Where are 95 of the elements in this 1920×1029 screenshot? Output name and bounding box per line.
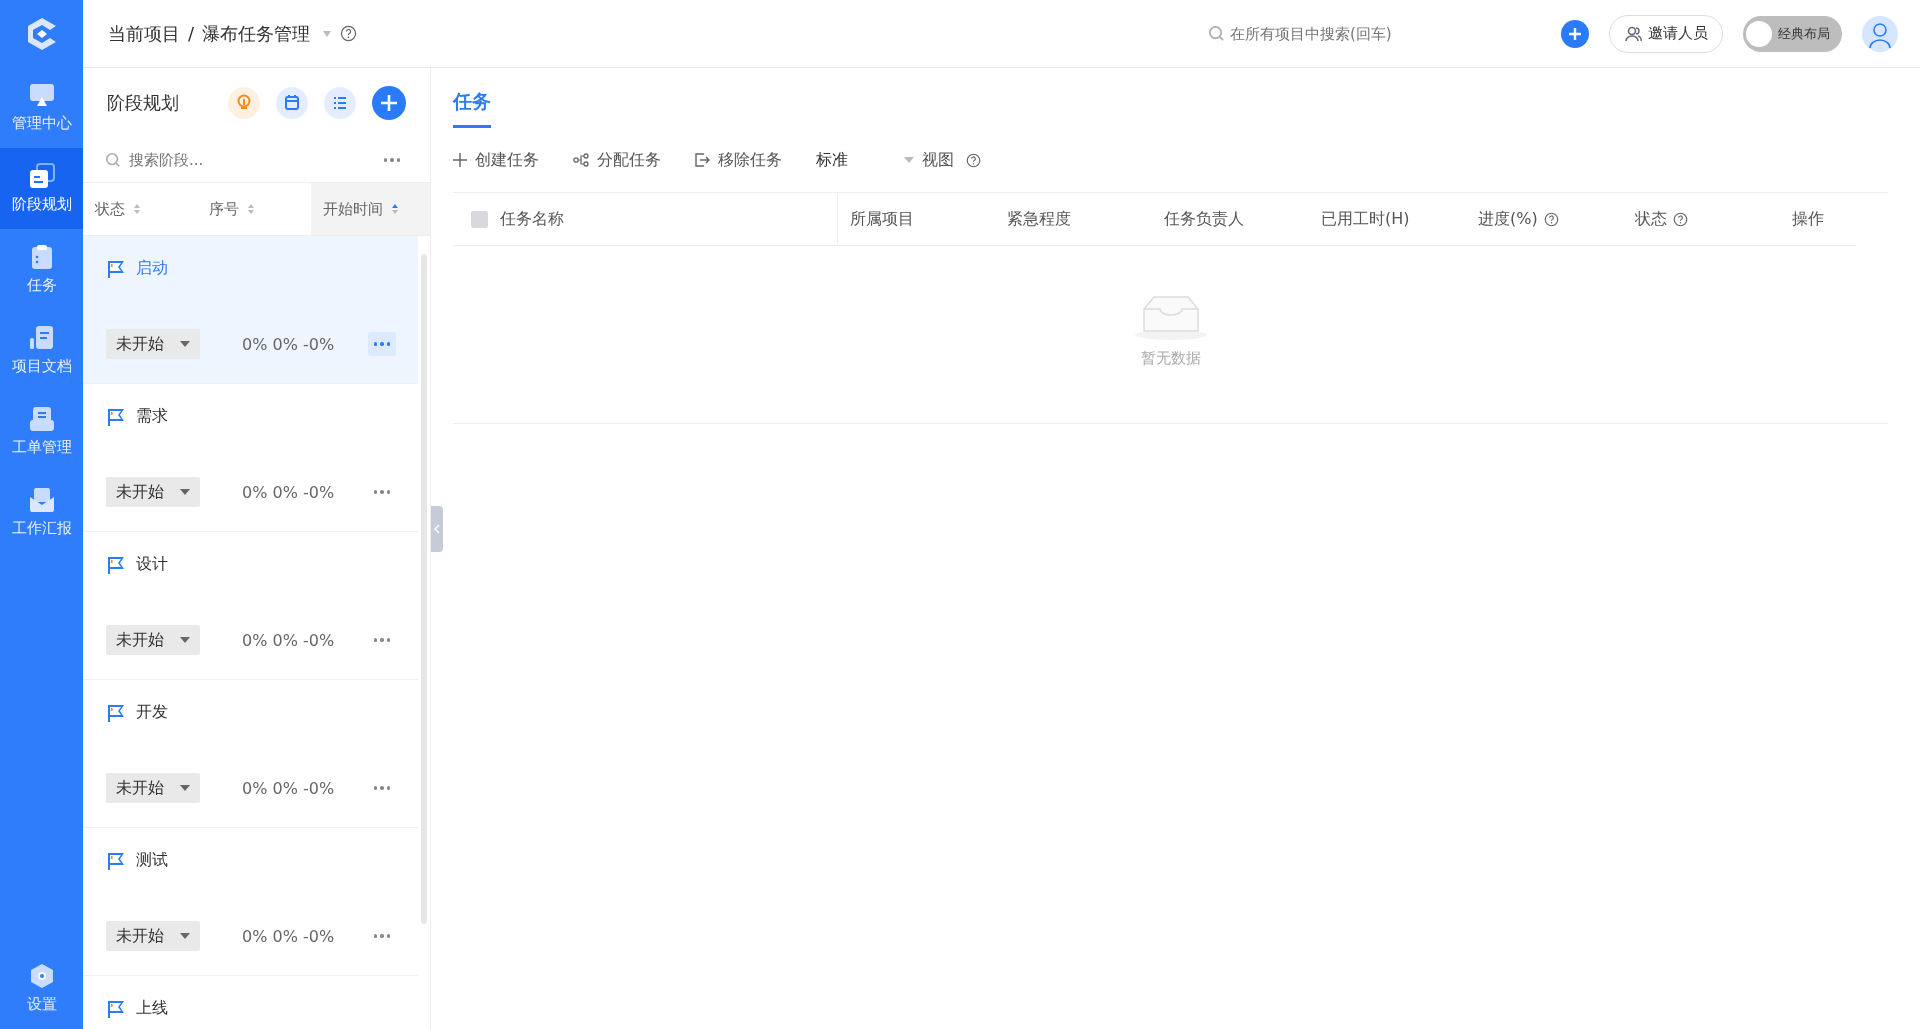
mail-icon bbox=[28, 487, 55, 513]
caret-icon bbox=[180, 489, 190, 495]
layout-toggle[interactable]: 经典布局 bbox=[1743, 15, 1842, 52]
sort-column[interactable]: 状态 bbox=[83, 183, 197, 235]
flag-icon bbox=[106, 407, 126, 426]
document-icon bbox=[28, 325, 55, 351]
sort-icon[interactable] bbox=[133, 203, 141, 215]
toolbar-button[interactable]: 创建任务 bbox=[453, 149, 539, 171]
column-header: 操作 bbox=[1792, 208, 1824, 230]
flag-icon bbox=[106, 703, 126, 722]
nav-item[interactable]: 工单管理 bbox=[0, 391, 83, 472]
nav-item[interactable]: 工作汇报 bbox=[0, 472, 83, 553]
progress-text: 0% 0% -0% bbox=[242, 926, 336, 946]
view-label: 视图 bbox=[922, 149, 954, 171]
flag-icon bbox=[106, 999, 126, 1018]
progress-text: 0% 0% -0% bbox=[242, 482, 336, 502]
calendar-icon[interactable] bbox=[276, 87, 308, 119]
stage-row[interactable]: 上线 bbox=[83, 976, 418, 1029]
search-icon bbox=[105, 152, 121, 168]
status-select[interactable]: 未开始 bbox=[106, 773, 200, 803]
column-header: 进度(%) bbox=[1478, 208, 1538, 230]
chevron-icon bbox=[434, 523, 440, 534]
lightbulb-icon[interactable] bbox=[228, 87, 260, 119]
people-icon bbox=[1624, 24, 1642, 43]
stage-name: 需求 bbox=[136, 406, 168, 427]
sort-icon[interactable] bbox=[246, 203, 255, 215]
more-icon[interactable] bbox=[367, 332, 396, 356]
status-select[interactable]: 未开始 bbox=[106, 921, 200, 951]
nav-item[interactable]: 设置 bbox=[0, 948, 83, 1029]
plus-icon bbox=[453, 153, 467, 167]
sort-column[interactable]: 开始时间 bbox=[310, 183, 430, 235]
help-icon[interactable] bbox=[1673, 211, 1688, 227]
sort-column[interactable]: 序号 bbox=[196, 183, 311, 235]
help-icon[interactable] bbox=[340, 25, 358, 42]
stage-row[interactable]: 设计 未开始 0% 0% -0% bbox=[83, 532, 418, 680]
flag-icon bbox=[106, 851, 126, 870]
progress-text: 0% 0% -0% bbox=[242, 778, 336, 798]
progress-text: 0% 0% -0% bbox=[242, 334, 336, 354]
checkbox[interactable] bbox=[471, 210, 488, 228]
share-icon bbox=[573, 153, 589, 167]
settings-icon bbox=[28, 963, 55, 989]
monitor-icon bbox=[28, 82, 55, 108]
progress-text: 0% 0% -0% bbox=[242, 630, 336, 650]
flag-icon bbox=[106, 555, 126, 574]
invite-button[interactable]: 邀请人员 bbox=[1609, 14, 1723, 53]
column-header: 所属项目 bbox=[850, 208, 914, 230]
search-field[interactable]: 在所有项目中搜索(回车) bbox=[1196, 14, 1541, 53]
help-icon[interactable] bbox=[966, 152, 981, 168]
add-button[interactable] bbox=[372, 86, 406, 120]
column-header: 状态 bbox=[1635, 208, 1667, 230]
search-field[interactable]: 搜索阶段... bbox=[127, 150, 378, 170]
document-icon bbox=[28, 163, 55, 189]
empty-text: 暂无数据 bbox=[1140, 349, 1201, 368]
status-select[interactable]: 未开始 bbox=[106, 329, 200, 359]
caret-icon bbox=[904, 157, 914, 163]
stage-name: 开发 bbox=[136, 702, 168, 723]
sort-icon[interactable] bbox=[390, 203, 399, 215]
caret-icon bbox=[180, 341, 190, 347]
caret-icon bbox=[180, 637, 190, 643]
column-header: 任务名称 bbox=[500, 208, 564, 230]
collapse-handle[interactable] bbox=[431, 505, 443, 552]
scrollbar[interactable] bbox=[421, 254, 427, 924]
toolbar-button[interactable]: 分配任务 bbox=[573, 149, 661, 171]
toolbar-button[interactable]: 移除任务 bbox=[695, 149, 782, 171]
stage-name: 测试 bbox=[136, 850, 168, 871]
stage-name: 设计 bbox=[136, 554, 168, 575]
stage-row[interactable]: 开发 未开始 0% 0% -0% bbox=[83, 680, 418, 828]
status-select[interactable]: 未开始 bbox=[106, 477, 200, 507]
help-icon[interactable] bbox=[1543, 211, 1559, 227]
nav-item[interactable]: 阶段规划 bbox=[0, 148, 83, 229]
list-icon[interactable] bbox=[324, 87, 356, 119]
caret-icon bbox=[180, 933, 190, 939]
column-header: 已用工时(H) bbox=[1321, 208, 1410, 230]
status-select[interactable]: 未开始 bbox=[106, 625, 200, 655]
caret-icon bbox=[180, 785, 190, 791]
stage-name: 启动 bbox=[136, 258, 168, 279]
breadcrumb-separator: / bbox=[188, 23, 195, 44]
panel-title: 阶段规划 bbox=[107, 91, 179, 115]
column-header: 任务负责人 bbox=[1164, 208, 1244, 230]
avatar-icon[interactable] bbox=[1862, 15, 1898, 52]
breadcrumb-item[interactable]: 瀑布任务管理 bbox=[202, 21, 311, 46]
add-button[interactable] bbox=[1561, 19, 1589, 48]
remove-icon bbox=[695, 153, 710, 167]
stage-row[interactable]: 测试 未开始 0% 0% -0% bbox=[83, 828, 418, 976]
flag-icon bbox=[106, 259, 126, 278]
stage-name: 上线 bbox=[136, 998, 168, 1019]
stage-row[interactable]: 启动 未开始 0% 0% -0% bbox=[83, 236, 418, 384]
tab[interactable]: 任务 bbox=[453, 89, 491, 128]
column-header: 紧急程度 bbox=[1007, 208, 1071, 230]
caret-icon[interactable] bbox=[322, 29, 333, 38]
view-select[interactable]: 标准 bbox=[816, 149, 914, 171]
breadcrumb-item[interactable]: 当前项目 bbox=[108, 21, 180, 46]
search-icon bbox=[1208, 24, 1225, 42]
ticket-icon bbox=[28, 406, 55, 432]
stage-row[interactable]: 需求 未开始 0% 0% -0% bbox=[83, 384, 418, 532]
